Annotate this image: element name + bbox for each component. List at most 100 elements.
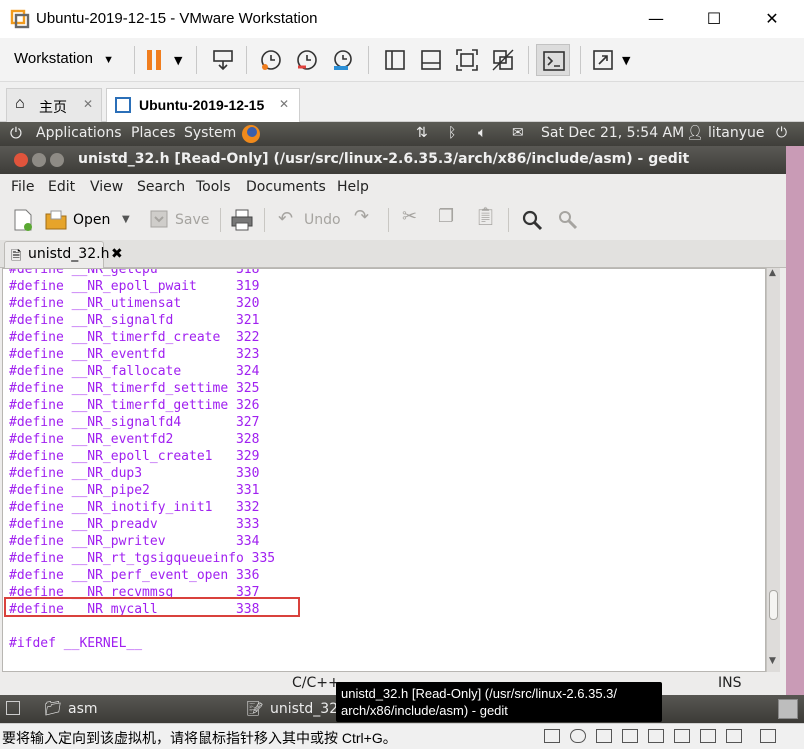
- user-name[interactable]: litanyue: [708, 125, 765, 141]
- network-adapter-icon[interactable]: [622, 729, 638, 743]
- gedit-toolbar: Open ▼ Save ↶ Undo ↷ ✂ ❐ 📋︎: [0, 200, 786, 240]
- scroll-down-icon[interactable]: ▼: [769, 656, 776, 666]
- maximize-icon[interactable]: [50, 153, 64, 167]
- search-replace-icon[interactable]: [556, 208, 580, 232]
- code-line: #define __NR_fallocate 324: [9, 364, 260, 379]
- firefox-icon[interactable]: [240, 123, 262, 145]
- close-icon[interactable]: ✕: [279, 97, 289, 111]
- redo-icon[interactable]: ↷: [354, 206, 369, 227]
- chevron-down-icon[interactable]: ▼: [122, 214, 130, 225]
- chevron-down-icon[interactable]: ▼: [174, 54, 182, 67]
- gedit-window-title: unistd_32.h [Read-Only] (/usr/src/linux-…: [78, 151, 690, 167]
- close-tab-icon[interactable]: ✖: [111, 246, 123, 262]
- console-view-button[interactable]: [536, 44, 570, 76]
- toolbar-divider: [196, 46, 197, 74]
- places-menu[interactable]: Places: [131, 125, 176, 141]
- scroll-up-icon[interactable]: ▲: [769, 268, 776, 278]
- toolbar-divider: [528, 46, 529, 74]
- chevron-down-icon[interactable]: ▼: [622, 54, 630, 67]
- code-line: #define __NR_epoll_create1 329: [9, 449, 260, 464]
- clock[interactable]: Sat Dec 21, 5:54 AM: [541, 125, 684, 141]
- tab-ubuntu-vm[interactable]: Ubuntu-2019-12-15 ✕: [106, 88, 300, 122]
- code-line: #define __NR_timerfd_create 322: [9, 330, 260, 345]
- close-button[interactable]: ✕: [760, 8, 784, 30]
- revert-snapshot-icon[interactable]: [294, 47, 320, 73]
- usb-icon[interactable]: [648, 729, 664, 743]
- shutdown-icon[interactable]: ⏻: [776, 125, 787, 141]
- terminal-icon: [543, 51, 565, 71]
- menu-help[interactable]: Help: [337, 179, 369, 195]
- applications-menu[interactable]: Applications: [36, 125, 122, 141]
- paste-icon[interactable]: 📋︎: [474, 206, 497, 227]
- thumbnail-bar-icon[interactable]: [418, 47, 444, 73]
- copy-icon[interactable]: ❐: [438, 206, 454, 227]
- hard-disk-icon[interactable]: [544, 729, 560, 743]
- menu-view[interactable]: View: [90, 179, 123, 195]
- gedit-menu-bar: File Edit View Search Tools Documents He…: [0, 174, 786, 200]
- menu-documents[interactable]: Documents: [246, 179, 326, 195]
- toolbar-divider: [134, 46, 135, 74]
- tab-ubuntu-vm-label: Ubuntu-2019-12-15: [139, 97, 265, 113]
- status-message: 要将输入定向到该虚拟机，请将鼠标指针移入其中或按 Ctrl+G。: [2, 730, 397, 746]
- mail-icon[interactable]: ✉: [512, 125, 524, 141]
- snapshot-manager-icon[interactable]: [330, 47, 356, 73]
- menu-tools[interactable]: Tools: [196, 179, 231, 195]
- menu-edit[interactable]: Edit: [48, 179, 75, 195]
- floppy-icon[interactable]: [596, 729, 612, 743]
- new-document-icon[interactable]: [12, 208, 34, 232]
- vm-icon: [115, 97, 131, 113]
- maximize-button[interactable]: ☐: [702, 8, 726, 30]
- bluetooth-icon[interactable]: ᛒ: [448, 125, 456, 141]
- tab-home-label: 主页: [39, 99, 67, 115]
- message-log-icon[interactable]: [760, 729, 776, 743]
- show-desktop-icon[interactable]: [6, 701, 20, 715]
- user-icon: 👤︎: [686, 125, 704, 141]
- folder-icon: [45, 210, 67, 230]
- pause-icon[interactable]: [142, 47, 168, 73]
- stretch-guest-icon[interactable]: [590, 47, 616, 73]
- sound-card-icon[interactable]: [674, 729, 690, 743]
- network-icon[interactable]: ⇅: [416, 125, 428, 141]
- workstation-menu[interactable]: Workstation ▼: [14, 50, 114, 67]
- cd-dvd-icon[interactable]: [570, 729, 586, 743]
- scrollbar-thumb[interactable]: [769, 590, 778, 620]
- cut-icon[interactable]: ✂: [402, 206, 417, 227]
- minimize-button[interactable]: —: [644, 8, 668, 30]
- gnome-top-panel: ⏻ Applications Places System ⇅ ᛒ 🔈︎ ✉ Sa…: [0, 122, 804, 146]
- printer-icon[interactable]: [700, 729, 716, 743]
- trash-icon[interactable]: [778, 699, 798, 719]
- close-icon[interactable]: [14, 153, 28, 167]
- tab-home[interactable]: ⌂ 主页 ✕: [6, 88, 102, 122]
- minimize-icon[interactable]: [32, 153, 46, 167]
- taskbar-item-asm[interactable]: asm: [68, 701, 98, 717]
- display-icon[interactable]: [726, 729, 742, 743]
- language-selector[interactable]: C/C++: [292, 675, 340, 691]
- menu-file[interactable]: File: [11, 179, 34, 195]
- vertical-scrollbar[interactable]: ▲ ▼: [766, 268, 780, 672]
- snapshot-icon[interactable]: [258, 47, 284, 73]
- document-tab-bar: 🗎︎ unistd_32.h ✖: [0, 240, 786, 268]
- menu-search[interactable]: Search: [137, 179, 185, 195]
- close-icon[interactable]: ✕: [83, 97, 93, 111]
- save-label: Save: [175, 212, 210, 228]
- full-screen-icon[interactable]: [454, 47, 480, 73]
- code-line: #define __NR_rt_tgsigqueueinfo 335: [9, 551, 276, 566]
- sidebar-toggle-icon[interactable]: [382, 47, 408, 73]
- search-icon[interactable]: [520, 208, 544, 232]
- send-keys-icon[interactable]: [210, 47, 236, 73]
- system-menu[interactable]: System: [184, 125, 236, 141]
- vmware-toolbar: Workstation ▼ ▼ ▼: [0, 38, 804, 82]
- vmware-title-bar: Ubuntu-2019-12-15 - VMware Workstation —…: [0, 0, 804, 38]
- tab-unistd-32[interactable]: 🗎︎ unistd_32.h ✖: [4, 241, 123, 268]
- toolbar-divider: [246, 46, 247, 74]
- code-line: #define __NR_perf_event_open 336: [9, 568, 260, 583]
- volume-icon[interactable]: 🔈︎: [478, 125, 486, 141]
- unity-icon[interactable]: [490, 47, 516, 73]
- code-line: #define __NR_getcpu 318: [9, 268, 260, 277]
- edit-icon: 📝︎: [246, 701, 264, 717]
- print-icon[interactable]: [230, 208, 254, 232]
- code-line: #define __NR_dup3 330: [9, 466, 260, 481]
- taskbar-item-gedit[interactable]: unistd_32: [270, 701, 338, 717]
